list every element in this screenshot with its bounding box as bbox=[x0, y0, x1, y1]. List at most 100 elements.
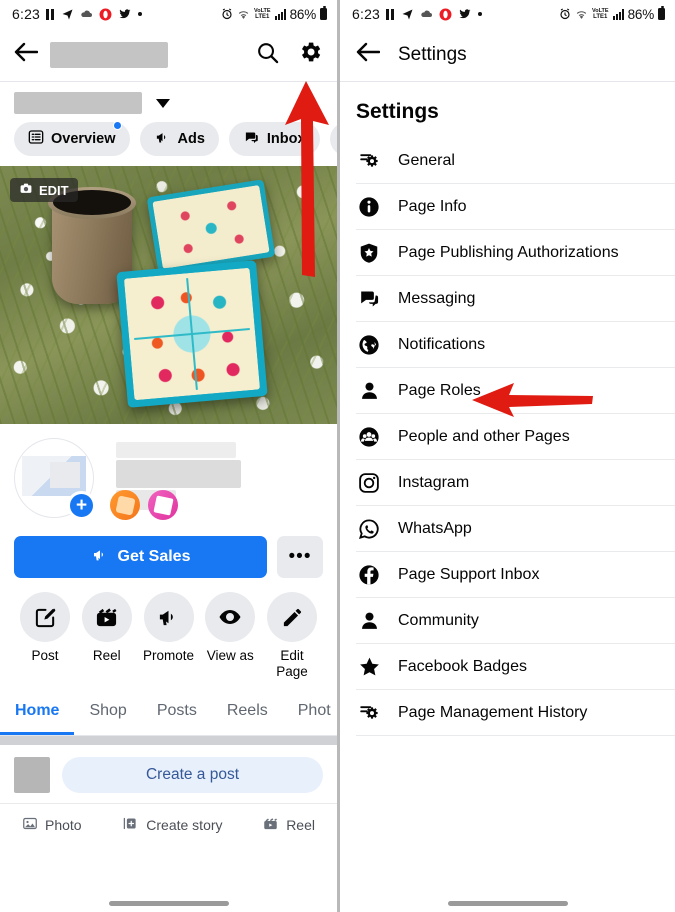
settings-list: General Page Info Page Publishing Author… bbox=[340, 138, 675, 736]
alarm-icon bbox=[221, 8, 233, 20]
chat-icon bbox=[243, 130, 260, 149]
tab-photos[interactable]: Phot bbox=[283, 692, 337, 735]
cloud-upload-icon bbox=[80, 8, 93, 20]
chat-bubbles-icon bbox=[356, 288, 382, 309]
settings-item-community-label: Community bbox=[398, 611, 479, 629]
screenshot-stage: 6:23 VoLTE LTE1 86% Overview Ads Inbox E… bbox=[0, 0, 675, 912]
settings-item-page-info[interactable]: Page Info bbox=[356, 184, 675, 230]
reel-icon bbox=[262, 816, 279, 834]
signal-icon bbox=[274, 8, 286, 20]
name-redact-line-1 bbox=[116, 442, 236, 458]
get-sales-button[interactable]: Get Sales bbox=[14, 536, 267, 578]
settings-item-messaging[interactable]: Messaging bbox=[356, 276, 675, 322]
globe-icon bbox=[356, 334, 382, 356]
chip-inbox[interactable]: Inbox bbox=[228, 122, 320, 156]
quick-action-edit-page[interactable]: Edit Page bbox=[263, 592, 321, 680]
more-options-button[interactable]: ••• bbox=[277, 536, 323, 578]
composer-photo-label: Photo bbox=[45, 817, 82, 833]
settings-item-people-and-other-pages[interactable]: People and other Pages bbox=[356, 414, 675, 460]
settings-item-page-roles-label: Page Roles bbox=[398, 381, 481, 399]
settings-item-page-publishing-authorizations-label: Page Publishing Authorizations bbox=[398, 243, 619, 261]
battery-icon bbox=[320, 6, 327, 20]
tab-reels[interactable]: Reels bbox=[212, 692, 283, 735]
left-panel-facebook-page: 6:23 VoLTE LTE1 86% Overview Ads Inbox E… bbox=[0, 0, 337, 912]
chip-ads[interactable]: Ads bbox=[139, 122, 219, 156]
chevron-down-icon[interactable] bbox=[156, 98, 170, 108]
status-bar-right-group: VoLTE LTE1 86% bbox=[221, 6, 327, 22]
orange-badge-icon[interactable] bbox=[110, 490, 140, 520]
tab-home[interactable]: Home bbox=[0, 692, 75, 735]
settings-item-page-support-inbox[interactable]: Page Support Inbox bbox=[356, 552, 675, 598]
create-story-icon bbox=[121, 816, 139, 834]
page-shortcut-chips: Overview Ads Inbox bbox=[0, 120, 337, 166]
settings-item-notifications[interactable]: Notifications bbox=[356, 322, 675, 368]
post-composer: Create a post bbox=[0, 745, 337, 803]
decorated-box-main bbox=[116, 260, 268, 408]
settings-item-messaging-label: Messaging bbox=[398, 289, 476, 307]
search-icon[interactable] bbox=[256, 41, 279, 69]
list-icon bbox=[28, 129, 44, 149]
settings-item-page-publishing-authorizations[interactable]: Page Publishing Authorizations bbox=[356, 230, 675, 276]
left-app-header bbox=[0, 28, 337, 82]
settings-item-community[interactable]: Community bbox=[356, 598, 675, 644]
dot-icon bbox=[138, 12, 143, 16]
settings-item-page-management-history-label: Page Management History bbox=[398, 703, 588, 721]
composer-photo-button[interactable]: Photo bbox=[22, 808, 82, 842]
back-arrow-icon[interactable] bbox=[14, 42, 39, 67]
settings-page-title: Settings bbox=[356, 100, 439, 123]
composer-reel-button[interactable]: Reel bbox=[262, 808, 315, 842]
gear-icon[interactable] bbox=[297, 39, 323, 70]
settings-item-facebook-badges[interactable]: Facebook Badges bbox=[356, 644, 675, 690]
settings-item-general-label: General bbox=[398, 151, 455, 169]
quick-action-view-as-label: View as bbox=[206, 648, 254, 663]
quick-action-view-as[interactable]: View as bbox=[201, 592, 259, 680]
volte-icon: VoLTE LTE1 bbox=[591, 8, 609, 20]
chip-overview[interactable]: Overview bbox=[14, 121, 130, 156]
chip-inbox-label: Inbox bbox=[266, 131, 306, 147]
cover-photo[interactable]: EDIT bbox=[0, 166, 337, 424]
opera-icon bbox=[439, 8, 452, 21]
composer-create-story-button[interactable]: Create story bbox=[121, 808, 223, 842]
avatar[interactable]: + bbox=[14, 438, 96, 520]
pause-icon bbox=[46, 8, 55, 20]
page-nav-tabs: Home Shop Posts Reels Phot bbox=[0, 686, 337, 736]
back-arrow-icon[interactable] bbox=[356, 42, 381, 67]
status-bar-right-left-group: 6:23 bbox=[352, 6, 559, 22]
compose-icon bbox=[20, 592, 70, 642]
settings-item-general[interactable]: General bbox=[356, 138, 675, 184]
signal-icon bbox=[612, 8, 624, 20]
name-redact-line-2 bbox=[116, 460, 241, 488]
quick-action-promote[interactable]: Promote bbox=[140, 592, 198, 680]
tab-posts[interactable]: Posts bbox=[142, 692, 212, 735]
status-bar-left-group: 6:23 bbox=[12, 6, 221, 22]
plus-icon[interactable]: + bbox=[67, 491, 96, 520]
photo-icon bbox=[22, 816, 38, 834]
quick-action-reel[interactable]: Reel bbox=[78, 592, 136, 680]
chip-partial[interactable] bbox=[329, 122, 337, 156]
settings-item-whatsapp-label: WhatsApp bbox=[398, 519, 472, 537]
quick-action-promote-label: Promote bbox=[142, 648, 195, 663]
composer-avatar-redacted bbox=[14, 757, 50, 793]
settings-item-instagram[interactable]: Instagram bbox=[356, 460, 675, 506]
home-indicator-left bbox=[108, 901, 229, 906]
page-selector[interactable] bbox=[0, 82, 337, 120]
settings-item-whatsapp[interactable]: WhatsApp bbox=[356, 506, 675, 552]
wifi-icon bbox=[237, 9, 250, 20]
whatsapp-icon bbox=[356, 518, 382, 540]
tab-shop[interactable]: Shop bbox=[74, 692, 141, 735]
settings-item-page-management-history[interactable]: Page Management History bbox=[356, 690, 675, 736]
composer-reel-label: Reel bbox=[286, 817, 315, 833]
cover-edit-button[interactable]: EDIT bbox=[10, 178, 78, 202]
quick-action-post[interactable]: Post bbox=[16, 592, 74, 680]
create-post-input[interactable]: Create a post bbox=[62, 757, 323, 793]
settings-item-page-roles[interactable]: Page Roles bbox=[356, 368, 675, 414]
quick-action-edit-page-label: Edit Page bbox=[276, 648, 308, 679]
pink-clipboard-icon[interactable] bbox=[148, 490, 178, 520]
quick-actions-row: Post Reel Promote View as Edit Page bbox=[0, 578, 337, 686]
star-icon bbox=[356, 656, 382, 678]
wifi-icon bbox=[575, 9, 588, 20]
telegram-icon bbox=[401, 8, 414, 20]
settings-item-instagram-label: Instagram bbox=[398, 473, 470, 491]
battery-percent: 86% bbox=[289, 6, 317, 22]
avatar-image-redacted-2 bbox=[50, 462, 80, 488]
